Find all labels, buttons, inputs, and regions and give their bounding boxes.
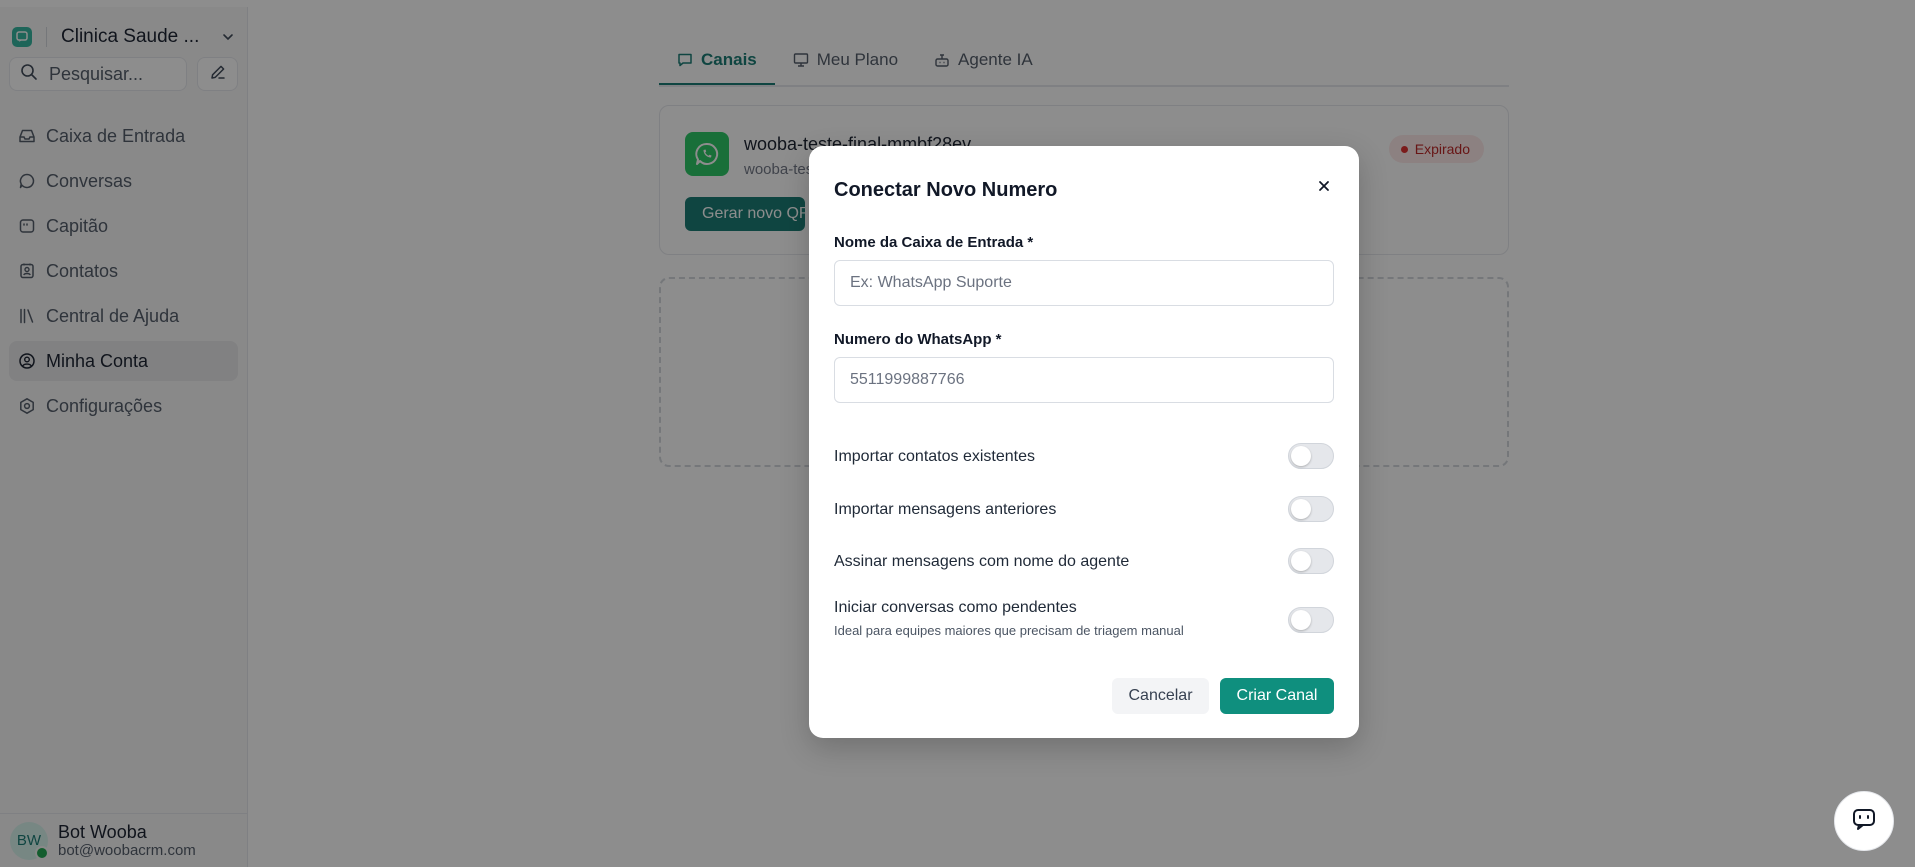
toggle-knob (1291, 446, 1311, 466)
toggle-label: Importar mensagens anteriores (834, 501, 1057, 518)
toggle-label: Importar contatos existentes (834, 448, 1035, 465)
chat-widget-button[interactable] (1834, 791, 1894, 851)
toggle-knob (1291, 499, 1311, 519)
start-pending-toggle[interactable] (1288, 607, 1334, 633)
close-icon (1318, 179, 1330, 197)
toggle-label: Assinar mensagens com nome do agente (834, 553, 1130, 570)
inbox-name-input[interactable] (834, 260, 1334, 306)
toggle-label: Iniciar conversas como pendentes (834, 599, 1077, 616)
whatsapp-number-input[interactable] (834, 357, 1334, 403)
dialog-title: Conectar Novo Numero (834, 179, 1058, 201)
toggle-row-import-contacts: Importar contatos existentes (834, 442, 1334, 472)
toggle-hint: Ideal para equipes maiores que precisam … (834, 623, 1184, 638)
import-messages-toggle[interactable] (1288, 496, 1334, 522)
create-channel-button[interactable]: Criar Canal (1220, 678, 1334, 714)
cancel-button[interactable]: Cancelar (1112, 678, 1209, 714)
toggle-knob (1291, 610, 1311, 630)
toggle-knob (1291, 551, 1311, 571)
connect-number-dialog: Conectar Novo Numero Nome da Caixa de En… (809, 146, 1359, 738)
whatsapp-number-label: Numero do WhatsApp * (834, 331, 1002, 348)
close-button[interactable] (1311, 175, 1337, 201)
inbox-name-label: Nome da Caixa de Entrada * (834, 234, 1034, 251)
toggle-row-sign-messages: Assinar mensagens com nome do agente (834, 547, 1334, 577)
toggle-row-import-messages: Importar mensagens anteriores (834, 495, 1334, 525)
import-contacts-toggle[interactable] (1288, 443, 1334, 469)
toggle-row-start-pending: Iniciar conversas como pendentes Ideal p… (834, 599, 1334, 649)
sign-messages-toggle[interactable] (1288, 548, 1334, 574)
chat-widget-icon (1851, 806, 1877, 837)
